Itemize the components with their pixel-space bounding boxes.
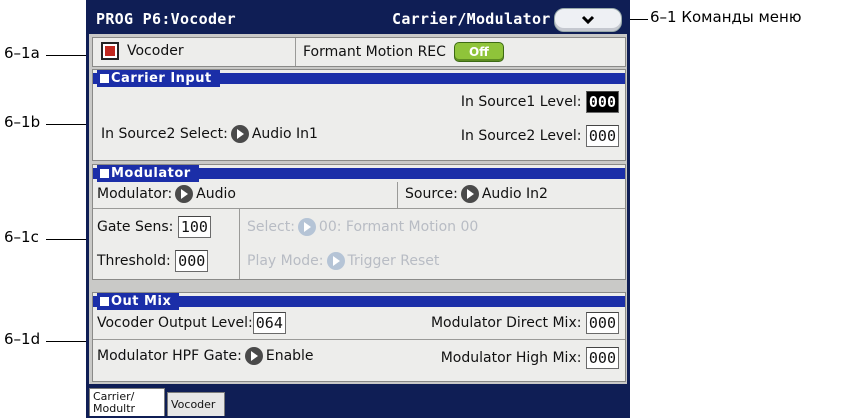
out-mix-panel: Out Mix Vocoder Output Level: 064 Modulat… <box>92 292 626 382</box>
modulator-hpf-gate-label: Modulator HPF Gate: <box>97 348 242 364</box>
carrier-input-header: Carrier Input <box>93 70 625 87</box>
gate-sens-field[interactable]: 100 <box>177 216 211 238</box>
in-source2-select-value[interactable]: Audio In1 <box>252 126 318 142</box>
in-source2-level-label: In Source2 Level: <box>460 128 582 144</box>
divider <box>397 182 398 208</box>
formant-motion-rec: Formant Motion REC Off <box>303 42 504 62</box>
carrier-input-panel: Carrier Input In Source1 Level: 000 In S… <box>92 69 626 161</box>
chevron-down-icon <box>581 15 595 25</box>
source-value[interactable]: Audio In2 <box>482 186 548 202</box>
vocoder-checkbox[interactable] <box>101 42 119 60</box>
page-title: PROG P6:Vocoder <box>96 10 236 28</box>
callout-menu-commands: 6–1 Команды меню <box>650 8 802 26</box>
modulator-high-mix: Modulator High Mix: 000 <box>441 347 619 369</box>
out-mix-header: Out Mix <box>93 293 625 310</box>
threshold: Threshold: 000 <box>97 250 209 272</box>
vocoder-row-panel: Vocoder Formant Motion REC Off <box>92 37 626 67</box>
modulator-high-mix-label: Modulator High Mix: <box>440 350 582 366</box>
formant-motion-rec-button[interactable]: Off <box>453 42 504 62</box>
source-select: Source: Audio In2 <box>405 185 548 203</box>
vocoder-toggle[interactable]: Vocoder <box>101 42 184 60</box>
modulator-title: Modulator <box>97 165 199 182</box>
formant-motion-label: Formant Motion REC <box>303 44 446 60</box>
modulator-hpf-gate-value[interactable]: Enable <box>266 348 314 364</box>
popup-arrow-icon[interactable] <box>175 185 194 203</box>
in-source2-level: In Source2 Level: 000 <box>461 125 619 147</box>
vocoder-output-level: Vocoder Output Level: 064 <box>97 312 286 334</box>
gate-sens-label: Gate Sens: <box>97 219 174 235</box>
threshold-field[interactable]: 000 <box>175 250 209 272</box>
modulator-select: Modulator: Audio <box>97 185 236 203</box>
modulator-direct-mix: Modulator Direct Mix: 000 <box>431 312 619 334</box>
divider <box>93 208 625 209</box>
popup-arrow-icon[interactable] <box>230 125 249 143</box>
popup-arrow-icon <box>297 218 316 236</box>
divider <box>239 208 240 279</box>
in-source1-level: In Source1 Level: 000 <box>461 91 619 113</box>
tab-vocoder[interactable]: Vocoder <box>167 392 225 416</box>
gate-sens: Gate Sens: 100 <box>97 216 211 238</box>
modulator-label: Modulator: <box>97 186 173 202</box>
modulator-direct-mix-field[interactable]: 000 <box>585 312 619 334</box>
threshold-label: Threshold: <box>97 253 171 269</box>
in-source2-select: In Source2 Select: Audio In1 <box>101 125 318 143</box>
out-mix-title: Out Mix <box>97 293 180 310</box>
modulator-value[interactable]: Audio <box>196 186 236 202</box>
carrier-input-title: Carrier Input <box>97 70 220 87</box>
popup-arrow-icon <box>326 252 345 270</box>
menu-button[interactable] <box>554 8 622 32</box>
formant-select-label: Select: <box>247 219 295 235</box>
formant-select-value: 00: Formant Motion 00 <box>318 219 479 235</box>
popup-arrow-icon[interactable] <box>460 185 479 203</box>
divider <box>93 339 625 340</box>
modulator-panel: Modulator Modulator: Audio Source: Audio I… <box>92 164 626 280</box>
divider <box>295 38 296 66</box>
in-source2-level-field[interactable]: 000 <box>585 125 619 147</box>
modulator-header: Modulator <box>93 165 625 182</box>
source-label: Source: <box>405 186 458 202</box>
content-area: Vocoder Formant Motion REC Off Carrier In… <box>89 34 627 384</box>
callout-6-1c: 6–1c <box>4 228 39 246</box>
device-screen: PROG P6:Vocoder Carrier/Modulator Vocode… <box>86 0 630 418</box>
vocoder-label: Vocoder <box>127 43 184 59</box>
play-mode-value: Trigger Reset <box>347 253 440 269</box>
tab-carrier-modulator[interactable]: Carrier/ Modultr <box>89 388 165 416</box>
play-mode: Play Mode: Trigger Reset <box>247 252 439 270</box>
popup-arrow-icon[interactable] <box>244 347 263 365</box>
page-subtitle: Carrier/Modulator <box>392 10 551 28</box>
play-mode-label: Play Mode: <box>247 253 324 269</box>
vocoder-output-level-label: Vocoder Output Level: <box>97 315 253 331</box>
title-bar: PROG P6:Vocoder Carrier/Modulator <box>86 0 630 34</box>
callout-6-1b: 6–1b <box>4 113 41 131</box>
formant-select: Select: 00: Formant Motion 00 <box>247 218 478 236</box>
callout-6-1a: 6–1a <box>4 44 40 62</box>
modulator-direct-mix-label: Modulator Direct Mix: <box>430 315 582 331</box>
modulator-hpf-gate: Modulator HPF Gate: Enable <box>97 347 314 365</box>
modulator-high-mix-field[interactable]: 000 <box>585 347 619 369</box>
vocoder-output-level-field[interactable]: 064 <box>252 312 286 334</box>
in-source1-level-label: In Source1 Level: <box>460 94 582 110</box>
in-source2-select-label: In Source2 Select: <box>101 126 228 142</box>
in-source1-level-field[interactable]: 000 <box>585 91 619 113</box>
callout-6-1d: 6–1d <box>4 330 41 348</box>
